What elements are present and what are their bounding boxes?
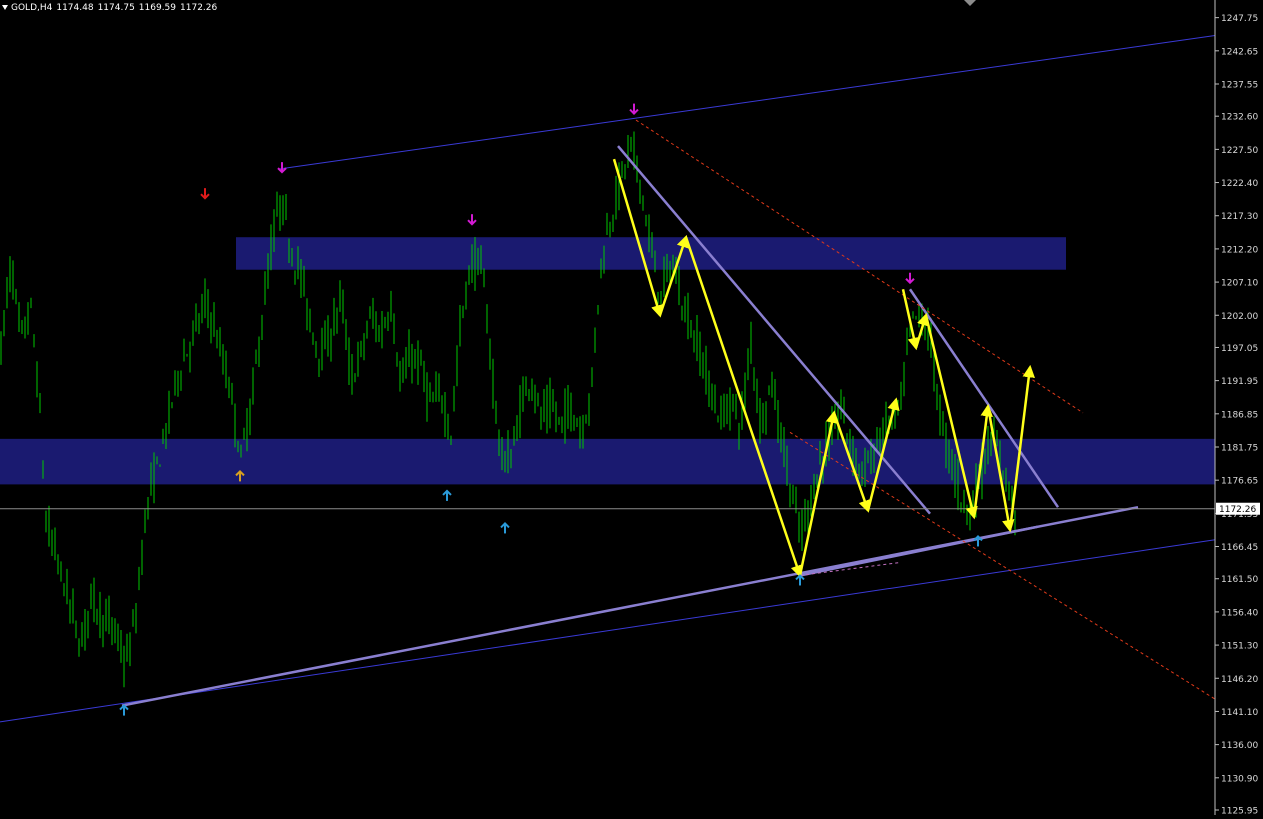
y-tick-label: 1242.65 (1221, 47, 1258, 57)
chart-close: 1172.26 (180, 3, 218, 13)
current-price-label: 1172.26 (1219, 505, 1256, 515)
y-tick-label: 1130.90 (1221, 774, 1258, 784)
y-tick-label: 1227.50 (1221, 146, 1258, 156)
y-tick-label: 1202.00 (1221, 312, 1258, 322)
y-tick-label: 1237.55 (1221, 80, 1258, 90)
y-tick-label: 1141.10 (1221, 708, 1258, 718)
y-tick-label: 1161.50 (1221, 575, 1258, 585)
y-tick-label: 1176.65 (1221, 477, 1258, 487)
y-tick-label: 1181.75 (1221, 443, 1258, 453)
chart-area[interactable]: GOLD,H4 1174.48 1174.75 1169.59 1172.26 1247… (0, 0, 1263, 817)
y-tick-label: 1232.60 (1221, 113, 1258, 123)
y-tick-label: 1146.20 (1221, 675, 1258, 685)
y-tick-label: 1212.20 (1221, 245, 1258, 255)
y-tick-label: 1222.40 (1221, 179, 1258, 189)
y-tick-label: 1156.40 (1221, 608, 1258, 618)
y-tick-label: 1217.30 (1221, 212, 1258, 222)
y-tick-label: 1125.95 (1221, 807, 1258, 816)
resistance-zone-0 (236, 237, 1066, 270)
chart-open: 1174.48 (56, 3, 94, 13)
y-tick-label: 1166.45 (1221, 543, 1258, 553)
y-tick-label: 1207.10 (1221, 279, 1258, 289)
y-tick-label: 1191.95 (1221, 377, 1258, 387)
dropdown-triangle-icon[interactable] (2, 5, 8, 10)
y-tick-label: 1151.30 (1221, 642, 1258, 652)
y-tick-label: 1186.85 (1221, 410, 1258, 420)
current-price-badge: 1172.26 (1216, 502, 1260, 515)
chart-low: 1169.59 (138, 3, 177, 13)
chart-symbol: GOLD,H4 (11, 3, 53, 13)
chart-high: 1174.75 (97, 3, 135, 13)
chart-header: GOLD,H4 1174.48 1174.75 1169.59 1172.26 (2, 3, 221, 13)
price-chart[interactable]: 1247.75 1242.65 1237.55 1232.60 1227.50 1222.… (0, 0, 1263, 817)
y-tick-label: 1247.75 (1221, 14, 1258, 24)
y-tick-label: 1197.05 (1221, 344, 1258, 354)
resistance-zone-1 (0, 438, 1215, 485)
y-tick-label: 1136.00 (1221, 741, 1258, 751)
